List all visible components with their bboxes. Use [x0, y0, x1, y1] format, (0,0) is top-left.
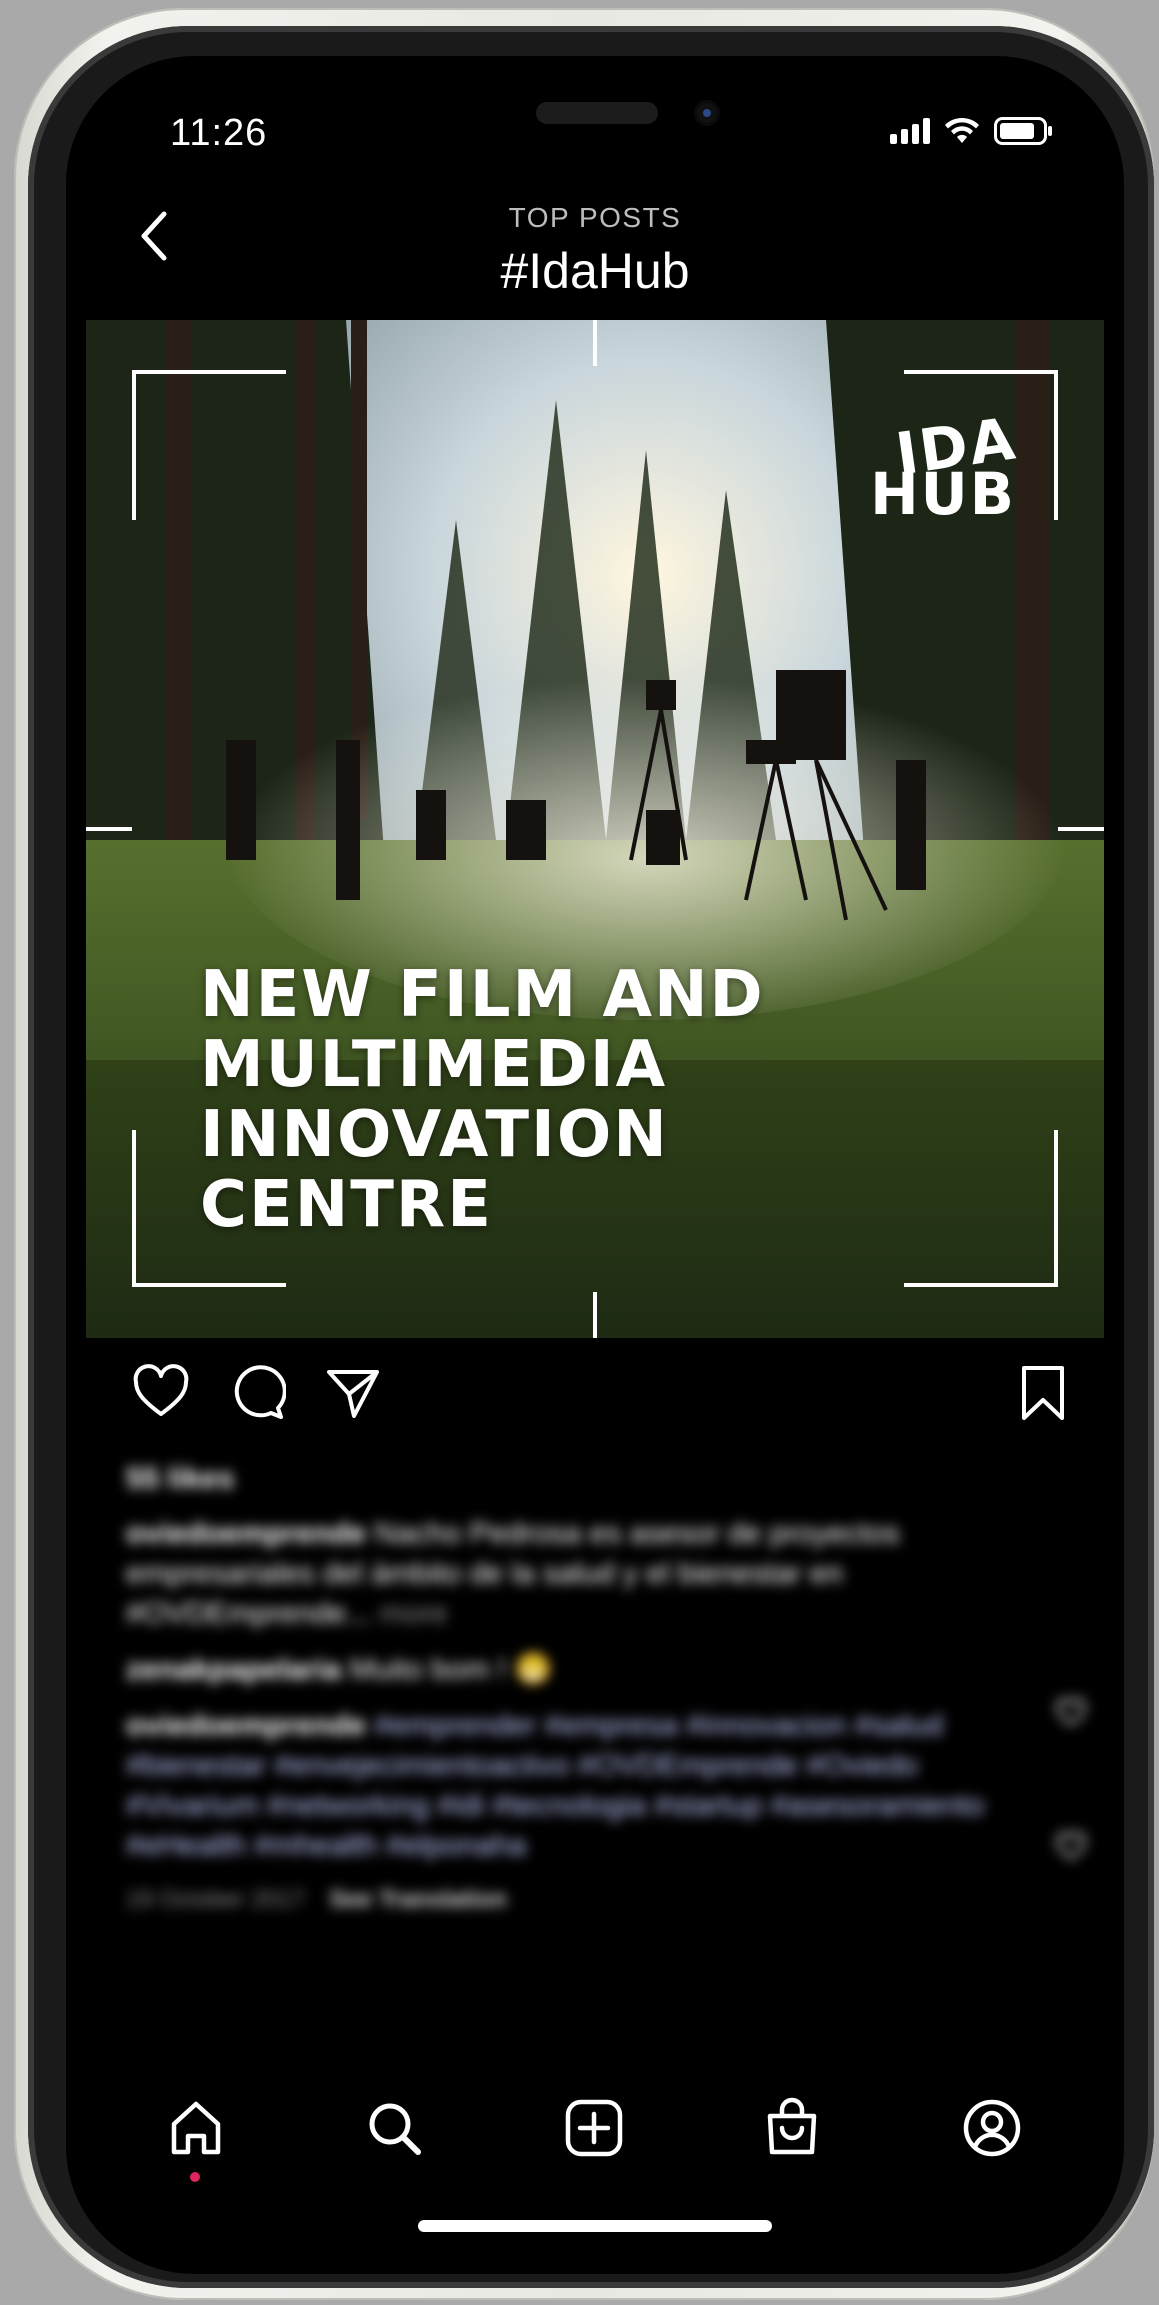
comment-username[interactable]: zenakpapelaria	[126, 1653, 341, 1686]
comment-item: zenakpapelaria Muito bom ! 😁	[126, 1650, 986, 1690]
brand-logo-line1: IDA	[891, 404, 1021, 489]
profile-icon	[963, 2099, 1021, 2157]
phone-screen: 11:26 TOP POSTS #IdaHub IDA HUB NEW FILM…	[66, 56, 1124, 2274]
battery-icon	[994, 116, 1054, 146]
bookmark-icon	[1022, 1366, 1064, 1420]
headline-line: MULTIMEDIA	[200, 1028, 668, 1102]
comment-item: oviedoemprende #emprender #empresa #inno…	[126, 1706, 986, 1866]
likes-count[interactable]: 55 likes	[126, 1462, 1086, 1496]
header-title: #IdaHub	[500, 243, 690, 299]
caption-more-link[interactable]: more	[379, 1597, 447, 1630]
home-indicator[interactable]	[418, 2220, 772, 2232]
heart-icon	[133, 1364, 189, 1416]
post-image[interactable]: IDA HUB NEW FILM AND MULTIMEDIA INNOVATI…	[86, 320, 1104, 1338]
header-subtitle: TOP POSTS	[508, 202, 682, 233]
search-icon	[369, 2103, 421, 2155]
comment-like-icon[interactable]	[1056, 1698, 1086, 1728]
bottom-tab-bar	[66, 2076, 1124, 2186]
post-details: 55 likes oviedoemprende Nacho Pedrosa es…	[126, 1436, 1086, 1996]
comment-icon	[234, 1365, 287, 1419]
headline-line: CENTRE	[200, 1168, 493, 1242]
save-button[interactable]	[1014, 1364, 1072, 1422]
comment-username[interactable]: oviedoemprende	[126, 1709, 366, 1742]
tab-profile[interactable]	[960, 2096, 1024, 2160]
post-date-row: 19 October 2017 See Translation	[126, 1886, 1086, 1914]
send-icon	[327, 1370, 379, 1418]
status-time: 11:26	[170, 112, 268, 154]
notification-dot	[190, 2172, 200, 2182]
see-translation-link[interactable]: See Translation	[329, 1886, 506, 1913]
tab-shop[interactable]	[760, 2096, 824, 2160]
front-camera	[694, 100, 720, 126]
speaker-grille	[536, 102, 658, 124]
comment-like-icon[interactable]	[1056, 1832, 1086, 1862]
caption-username[interactable]: oviedoemprende	[126, 1517, 366, 1550]
brand-logo: IDA HUB	[870, 404, 1021, 523]
headline-line: NEW FILM AND	[200, 958, 765, 1032]
post-caption: oviedoemprende Nacho Pedrosa es asesor d…	[126, 1514, 1026, 1634]
tab-new-post[interactable]	[562, 2096, 626, 2160]
post-date: 19 October 2017	[126, 1886, 305, 1913]
wifi-icon	[944, 117, 980, 145]
tab-home[interactable]	[164, 2096, 228, 2160]
comment-button[interactable]	[228, 1364, 287, 1422]
tab-search[interactable]	[362, 2096, 426, 2160]
like-button[interactable]	[132, 1364, 190, 1422]
add-post-icon	[565, 2099, 623, 2157]
home-icon	[171, 2101, 221, 2155]
status-icons	[890, 116, 1054, 146]
signal-icon	[890, 118, 930, 144]
share-button[interactable]	[324, 1364, 382, 1422]
post-headline: NEW FILM AND MULTIMEDIA INNOVATION CENTR…	[200, 960, 960, 1240]
comment-text: Muito bom ! 😁	[349, 1653, 552, 1686]
headline-line: INNOVATION	[200, 1098, 669, 1172]
shop-bag-icon	[767, 2097, 817, 2155]
post-actions	[66, 1346, 1124, 1436]
